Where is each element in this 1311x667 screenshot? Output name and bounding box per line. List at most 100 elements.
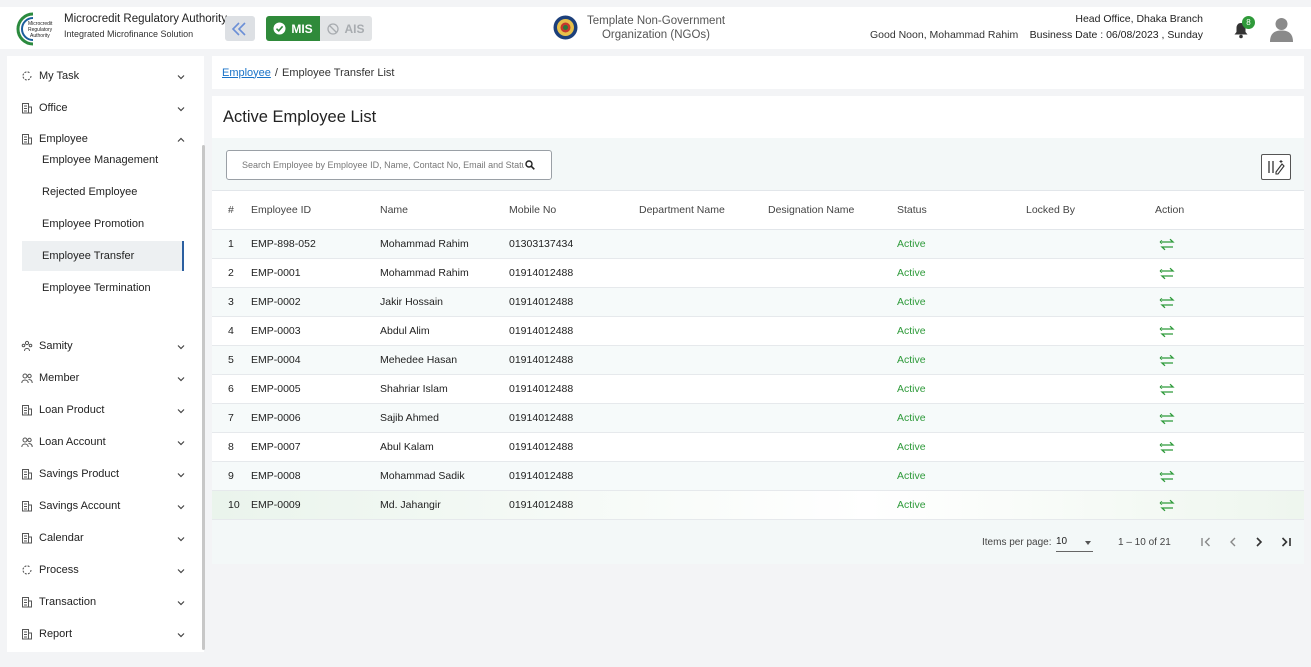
cell-locked-by — [1026, 433, 1155, 462]
building-icon — [21, 404, 33, 416]
column-header-designation[interactable]: Designation Name — [768, 191, 897, 230]
next-page-icon[interactable] — [1252, 535, 1266, 549]
transfer-icon[interactable] — [1159, 412, 1176, 425]
employee-table: # Employee ID Name Mobile No Department … — [212, 190, 1304, 520]
transfer-icon[interactable] — [1159, 470, 1176, 483]
building-icon — [21, 468, 33, 480]
sidebar-subitem-employee-transfer[interactable]: Employee Transfer — [22, 241, 184, 271]
cell-employee-id: EMP-0009 — [251, 499, 301, 511]
search-input[interactable] — [228, 152, 524, 178]
cell-action — [1155, 288, 1304, 317]
first-page-icon[interactable] — [1199, 535, 1213, 549]
cell-name: Md. Jahangir — [380, 499, 441, 511]
cell-mobile: 01914012488 — [509, 354, 574, 366]
cell-designation — [768, 491, 897, 520]
breadcrumb-link-employee[interactable]: Employee — [222, 67, 271, 79]
sidebar-item-samity[interactable]: Samity — [7, 336, 197, 356]
cell-mobile: 01914012488 — [509, 470, 574, 482]
transfer-icon[interactable] — [1159, 441, 1176, 454]
sidebar-item-office[interactable]: Office — [7, 98, 197, 118]
sidebar-item-loan-product[interactable]: Loan Product — [7, 400, 197, 420]
sidebar-item-my-task[interactable]: My Task — [7, 66, 197, 86]
column-header-index: # — [228, 204, 234, 216]
cell-name: Mohammad Rahim — [380, 267, 469, 279]
sidebar-item-savings-product[interactable]: Savings Product — [7, 464, 197, 484]
building-icon — [21, 133, 33, 145]
cell-mobile: 01914012488 — [509, 441, 574, 453]
sidebar-subitem-rejected-employee[interactable]: Rejected Employee — [22, 177, 184, 207]
chevron-down-icon — [176, 341, 186, 351]
cell-employee-id: EMP-0002 — [251, 296, 301, 308]
transfer-icon[interactable] — [1159, 383, 1176, 396]
transfer-icon[interactable] — [1159, 354, 1176, 367]
column-header-name[interactable]: Name — [380, 191, 509, 230]
mis-toggle-button[interactable]: MIS — [266, 16, 320, 41]
sidebar-subitem-label: Employee Transfer — [42, 250, 135, 262]
search-icon[interactable] — [525, 160, 535, 170]
user-avatar-icon[interactable] — [1270, 17, 1293, 42]
chevron-down-icon — [176, 103, 186, 113]
sidebar-item-report[interactable]: Report — [7, 624, 197, 644]
transfer-icon[interactable] — [1159, 499, 1176, 512]
column-header-status[interactable]: Status — [897, 191, 1026, 230]
table-row[interactable]: 4 EMP-0003 Abdul Alim 01914012488 Active — [212, 317, 1304, 346]
chevron-down-icon — [176, 629, 186, 639]
sidebar-item-savings-account[interactable]: Savings Account — [7, 496, 197, 516]
page-size-select[interactable]: 10 — [1056, 535, 1093, 552]
sidebar-item-loan-account[interactable]: Loan Account — [7, 432, 197, 452]
table-row[interactable]: 9 EMP-0008 Mohammad Sadik 01914012488 Active — [212, 461, 1304, 491]
sidebar-item-process[interactable]: Process — [7, 560, 197, 580]
table-row[interactable]: 1 EMP-898-052 Mohammad Rahim 01303137434 Act… — [212, 229, 1304, 259]
cell-name: Mohammad Rahim — [380, 238, 469, 250]
table-row[interactable]: 6 EMP-0005 Shahriar Islam 01914012488 Active — [212, 375, 1304, 404]
column-header-mobile[interactable]: Mobile No — [509, 191, 639, 230]
table-row[interactable]: 2 EMP-0001 Mohammad Rahim 01914012488 Active — [212, 259, 1304, 288]
cell-status: Active — [897, 441, 926, 453]
cell-index: 4 — [228, 325, 234, 337]
transfer-icon[interactable] — [1159, 325, 1176, 338]
column-settings-button[interactable] — [1261, 154, 1291, 180]
transfer-icon[interactable] — [1159, 296, 1176, 309]
sidebar-item-calendar[interactable]: Calendar — [7, 528, 197, 548]
cell-action — [1155, 433, 1304, 462]
table-row[interactable]: 7 EMP-0006 Sajib Ahmed 01914012488 Active — [212, 403, 1304, 433]
sidebar-item-member[interactable]: Member — [7, 368, 197, 388]
ais-toggle-button[interactable]: AIS — [320, 16, 372, 41]
column-header-department[interactable]: Department Name — [639, 191, 768, 230]
table-row[interactable]: 10 EMP-0009 Md. Jahangir 01914012488 Active — [212, 490, 1304, 520]
sidebar-subitem-employee-promotion[interactable]: Employee Promotion — [22, 209, 184, 239]
page-title: Active Employee List — [223, 108, 377, 126]
chevron-down-icon — [176, 565, 186, 575]
cell-designation — [768, 230, 897, 259]
cell-index: 3 — [228, 296, 234, 308]
double-chevron-left-icon — [231, 21, 246, 36]
cell-mobile: 01914012488 — [509, 267, 574, 279]
chevron-down-icon — [176, 469, 186, 479]
column-header-locked-by[interactable]: Locked By — [1026, 191, 1155, 230]
cell-department — [639, 230, 768, 259]
column-header-employee-id[interactable]: Employee ID — [251, 191, 380, 230]
sidebar-subitem-employee-management[interactable]: Employee Management — [22, 145, 184, 175]
cell-index: 8 — [228, 441, 234, 453]
chevron-up-icon — [176, 134, 186, 144]
last-page-icon[interactable] — [1279, 535, 1293, 549]
search-box — [226, 150, 552, 180]
business-date: Business Date : 06/08/2023 , Sunday — [1029, 29, 1203, 41]
cell-mobile: 01914012488 — [509, 412, 574, 424]
sidebar-subitem-employee-termination[interactable]: Employee Termination — [22, 273, 184, 303]
cell-mobile: 01914012488 — [509, 499, 574, 511]
table-row[interactable]: 8 EMP-0007 Abul Kalam 01914012488 Active — [212, 433, 1304, 462]
table-row[interactable]: 3 EMP-0002 Jakir Hossain 01914012488 Active — [212, 287, 1304, 317]
cell-status: Active — [897, 499, 926, 511]
sidebar-scrollbar[interactable] — [202, 145, 205, 650]
transfer-icon[interactable] — [1159, 267, 1176, 280]
previous-page-icon[interactable] — [1226, 535, 1240, 549]
page-range-label: 1 – 10 of 21 — [1118, 537, 1171, 548]
table-row[interactable]: 5 EMP-0004 Mehedee Hasan 01914012488 Active — [212, 345, 1304, 375]
sidebar-item-transaction[interactable]: Transaction — [7, 592, 197, 612]
transfer-icon[interactable] — [1159, 238, 1176, 251]
card-header: Active Employee List — [212, 96, 1304, 138]
collapse-sidebar-button[interactable] — [225, 16, 255, 41]
cell-action — [1155, 346, 1304, 375]
cell-department — [639, 462, 768, 491]
